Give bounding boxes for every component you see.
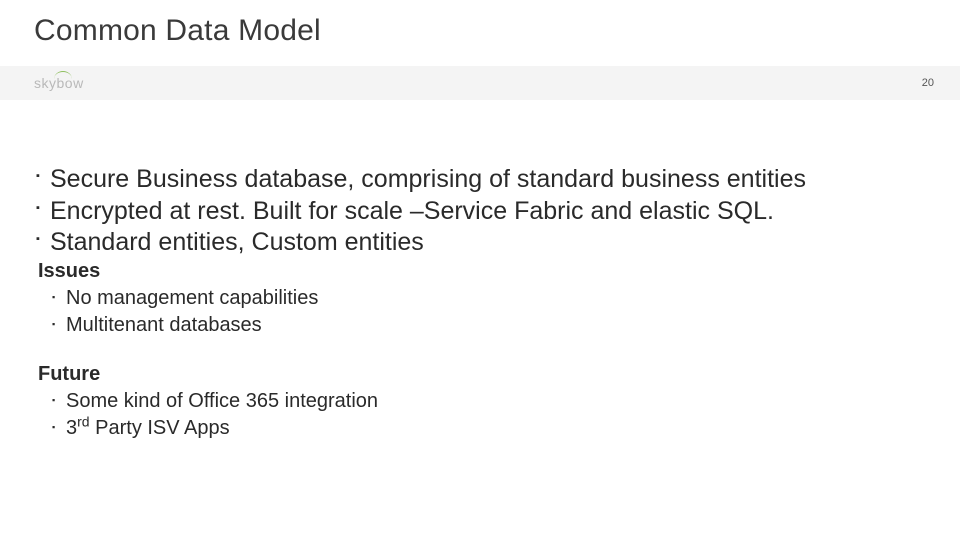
future-bullet-list: Some kind of Office 365 integration 3rd … bbox=[36, 388, 924, 442]
list-item: Secure Business database, comprising of … bbox=[36, 164, 924, 195]
future-section: Future Some kind of Office 365 integrati… bbox=[36, 363, 924, 442]
brand-logo: skybow bbox=[34, 75, 84, 91]
slide: Common Data Model skybow 20 Secure Busin… bbox=[0, 0, 960, 540]
logo-arc-icon bbox=[54, 71, 72, 79]
list-item: Encrypted at rest. Built for scale –Serv… bbox=[36, 196, 924, 227]
issues-heading: Issues bbox=[36, 260, 924, 283]
list-item: Standard entities, Custom entities bbox=[36, 227, 924, 258]
logo-bar: skybow 20 bbox=[0, 66, 960, 100]
list-item: Multitenant databases bbox=[52, 312, 924, 339]
slide-content: Secure Business database, comprising of … bbox=[0, 48, 960, 442]
main-bullet-list: Secure Business database, comprising of … bbox=[36, 164, 924, 258]
slide-title: Common Data Model bbox=[0, 0, 960, 48]
issues-bullet-list: No management capabilities Multitenant d… bbox=[36, 285, 924, 339]
list-item: Some kind of Office 365 integration bbox=[52, 388, 924, 415]
list-item: 3rd Party ISV Apps bbox=[52, 415, 924, 442]
issues-section: Issues No management capabilities Multit… bbox=[36, 260, 924, 339]
future-heading: Future bbox=[36, 363, 924, 386]
page-number: 20 bbox=[922, 77, 934, 89]
list-item: No management capabilities bbox=[52, 285, 924, 312]
